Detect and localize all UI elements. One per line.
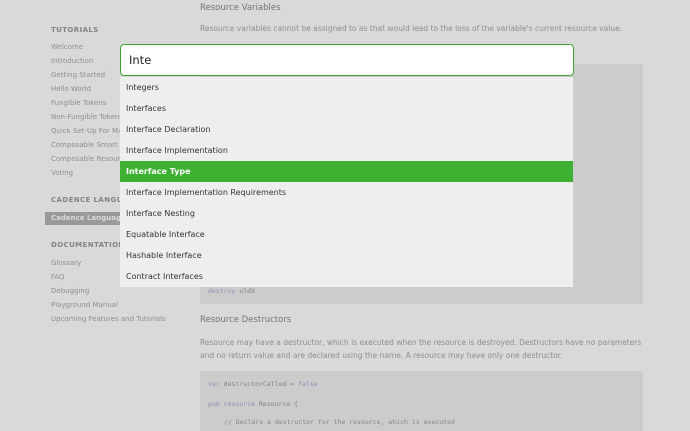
search-result-item[interactable]: Integers: [120, 77, 573, 98]
search-input[interactable]: [129, 45, 565, 74]
search-result-item[interactable]: Hashable Interface: [120, 245, 573, 266]
search-box: [120, 44, 574, 76]
search-result-item[interactable]: Interface Implementation Requirements: [120, 182, 573, 203]
search-result-item[interactable]: Interface Implementation: [120, 140, 573, 161]
search-result-item[interactable]: Interface Nesting: [120, 203, 573, 224]
search-result-item[interactable]: Equatable Interface: [120, 224, 573, 245]
search-result-item[interactable]: Contract Interfaces: [120, 266, 573, 287]
search-result-item[interactable]: Interface Declaration: [120, 119, 573, 140]
search-results: Integers Interfaces Interface Declaratio…: [120, 77, 573, 287]
search-result-item-selected[interactable]: Interface Type: [120, 161, 573, 182]
search-result-item[interactable]: Interfaces: [120, 98, 573, 119]
